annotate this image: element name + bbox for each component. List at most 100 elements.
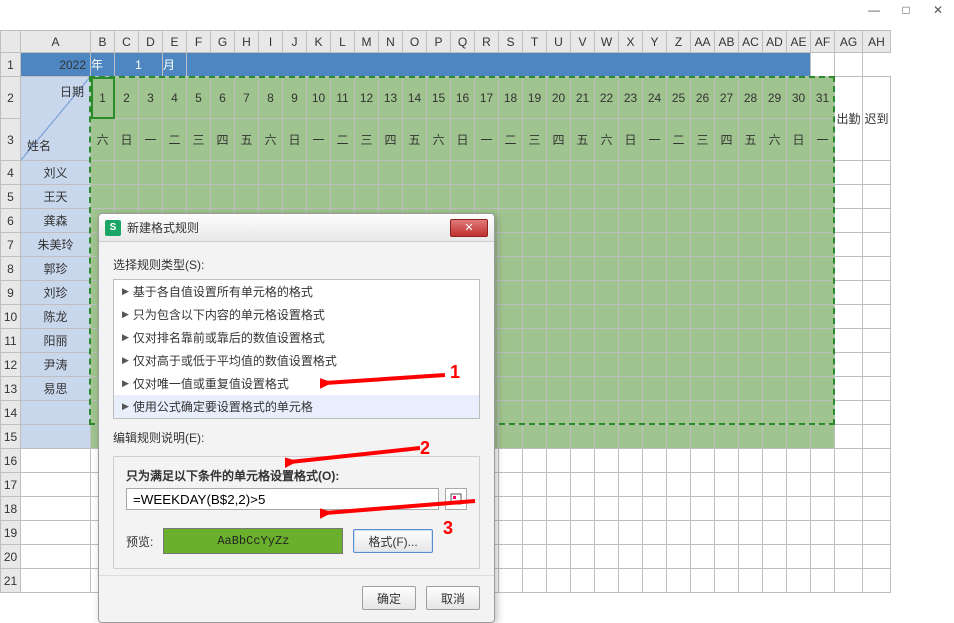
data-cell[interactable] [547,353,571,377]
data-cell[interactable] [811,257,835,281]
data-cell[interactable] [811,233,835,257]
empty-cell[interactable] [571,521,595,545]
data-cell[interactable] [91,161,115,185]
day-number-cell[interactable]: 15 [427,77,451,119]
day-number-cell[interactable]: 31 [811,77,835,119]
data-cell[interactable] [715,353,739,377]
day-number-cell[interactable]: 20 [547,77,571,119]
empty-cell[interactable] [835,53,863,77]
day-number-cell[interactable]: 11 [331,77,355,119]
data-cell[interactable] [187,161,211,185]
weekday-cell[interactable]: 四 [715,119,739,161]
col-header[interactable]: AA [691,31,715,53]
data-cell[interactable] [595,257,619,281]
data-cell[interactable] [547,329,571,353]
data-cell[interactable] [523,281,547,305]
empty-cell[interactable] [547,521,571,545]
day-number-cell[interactable]: 16 [451,77,475,119]
data-cell[interactable] [571,305,595,329]
empty-cell[interactable] [595,449,619,473]
empty-cell[interactable] [863,449,891,473]
empty-cell[interactable] [739,521,763,545]
data-cell[interactable] [667,377,691,401]
data-cell[interactable] [547,185,571,209]
data-cell[interactable] [643,425,667,449]
data-cell[interactable] [643,353,667,377]
data-cell[interactable] [619,257,643,281]
col-header[interactable]: F [187,31,211,53]
weekday-cell[interactable]: 日 [283,119,307,161]
day-number-cell[interactable]: 28 [739,77,763,119]
data-cell[interactable] [835,401,863,425]
col-header[interactable]: Z [667,31,691,53]
data-cell[interactable] [811,305,835,329]
data-cell[interactable] [863,401,891,425]
data-cell[interactable] [739,305,763,329]
col-header[interactable]: S [499,31,523,53]
empty-cell[interactable] [643,545,667,569]
day-number-cell[interactable]: 27 [715,77,739,119]
format-button[interactable]: 格式(F)... [353,529,432,553]
data-cell[interactable] [863,161,891,185]
col-header[interactable]: H [235,31,259,53]
data-cell[interactable] [715,257,739,281]
rule-type-item[interactable]: ▶仅对高于或低于平均值的数值设置格式 [114,349,479,372]
data-cell[interactable] [379,161,403,185]
data-cell[interactable] [571,209,595,233]
weekday-cell[interactable]: 四 [211,119,235,161]
day-number-cell[interactable]: 6 [211,77,235,119]
empty-cell[interactable] [499,545,523,569]
empty-cell[interactable] [763,473,787,497]
data-cell[interactable] [835,281,863,305]
empty-cell[interactable] [835,545,863,569]
data-cell[interactable] [427,161,451,185]
data-cell[interactable] [139,161,163,185]
day-number-cell[interactable]: 19 [523,77,547,119]
data-cell[interactable] [619,233,643,257]
weekday-cell[interactable]: 三 [691,119,715,161]
data-cell[interactable] [739,209,763,233]
data-cell[interactable] [787,185,811,209]
data-cell[interactable] [811,281,835,305]
weekday-cell[interactable]: 六 [91,119,115,161]
col-header[interactable]: AG [835,31,863,53]
row-header[interactable]: 8 [1,257,21,281]
col-header[interactable]: O [403,31,427,53]
name-cell[interactable]: 阳丽 [21,329,91,353]
data-cell[interactable] [523,233,547,257]
data-cell[interactable] [619,329,643,353]
empty-cell[interactable] [667,545,691,569]
data-cell[interactable] [571,377,595,401]
data-cell[interactable] [259,185,283,209]
empty-cell[interactable] [523,473,547,497]
data-cell[interactable] [667,185,691,209]
data-cell[interactable] [811,209,835,233]
empty-cell[interactable] [715,497,739,521]
data-cell[interactable] [667,425,691,449]
col-header[interactable]: AE [787,31,811,53]
data-cell[interactable] [451,185,475,209]
data-cell[interactable] [763,377,787,401]
data-cell[interactable] [763,281,787,305]
weekday-cell[interactable]: 六 [427,119,451,161]
empty-cell[interactable] [21,449,91,473]
data-cell[interactable] [451,161,475,185]
empty-cell[interactable] [763,497,787,521]
data-cell[interactable] [811,401,835,425]
rule-type-item[interactable]: ▶仅对排名靠前或靠后的数值设置格式 [114,326,479,349]
name-cell[interactable]: 王天 [21,185,91,209]
data-cell[interactable] [715,233,739,257]
empty-cell[interactable] [835,521,863,545]
data-cell[interactable] [835,425,863,449]
day-number-cell[interactable]: 24 [643,77,667,119]
data-cell[interactable] [763,209,787,233]
data-cell[interactable] [863,329,891,353]
empty-cell[interactable] [787,449,811,473]
data-cell[interactable] [811,161,835,185]
empty-cell[interactable] [863,497,891,521]
data-cell[interactable] [427,185,451,209]
col-header[interactable]: D [139,31,163,53]
empty-cell[interactable] [863,473,891,497]
row-header[interactable]: 13 [1,377,21,401]
day-number-cell[interactable]: 30 [787,77,811,119]
